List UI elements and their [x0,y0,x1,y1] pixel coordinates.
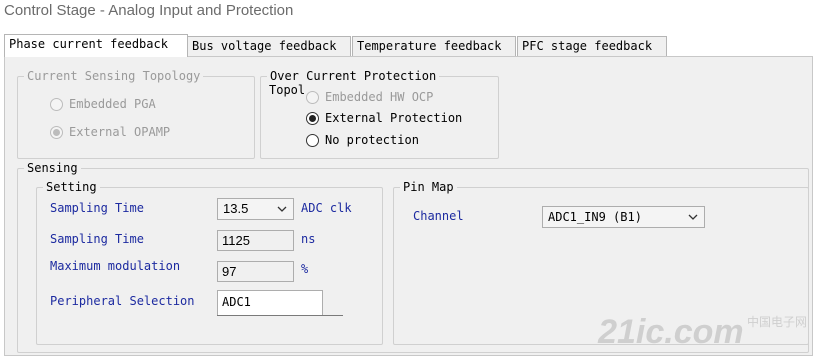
radio-embedded-pga[interactable]: Embedded PGA [50,97,156,111]
radio-external-opamp[interactable]: External OPAMP [50,125,170,139]
maximum-modulation-field: 97 [217,261,294,282]
sampling-time-ns-field: 1125 [217,230,294,251]
chevron-down-icon [277,199,287,225]
chevron-down-icon [688,207,698,233]
sampling-time-clk-unit: ADC clk [301,201,352,215]
maximum-modulation-label: Maximum modulation [50,259,181,273]
radio-icon [306,90,319,104]
watermark: 21ic.com 中国电子网 [598,313,807,352]
ocp-topology-label: Topol [269,83,306,97]
channel-label: Channel [413,209,464,223]
channel-select[interactable]: ADC1_IN9 (B1) [542,206,705,228]
radio-embedded-pga-label: Embedded PGA [69,97,156,111]
radio-embedded-hw-ocp[interactable]: Embedded HW OCP [306,90,433,104]
pin-map-legend: Pin Map [403,180,454,194]
window-title: Control Stage - Analog Input and Protect… [4,2,294,19]
tab-pfc-stage-feedback[interactable]: PFC stage feedback [517,36,667,56]
over-current-protection-legend: Over Current Protection [270,69,437,83]
radio-icon [50,125,63,139]
sampling-time-ns-unit: ns [301,232,316,246]
sampling-time-clk-select[interactable]: 13.5 [217,198,294,220]
tab-temperature-feedback[interactable]: Temperature feedback [352,36,516,56]
radio-icon [306,133,319,147]
setting-legend: Setting [46,180,97,194]
radio-icon [50,97,63,111]
tab-content-panel: Current Sensing Topology Embedded PGA Ex… [4,56,813,356]
radio-no-protection-label: No protection [325,133,419,147]
radio-icon [306,111,319,125]
watermark-logo: 21ic.com [598,313,744,351]
peripheral-selection-label: Peripheral Selection [50,294,195,308]
radio-external-protection[interactable]: External Protection [306,111,462,125]
sensing-legend: Sensing [27,161,78,175]
channel-value: ADC1_IN9 (B1) [548,210,642,224]
maximum-modulation-unit: % [301,262,309,276]
sampling-time-ns-label: Sampling Time [50,232,144,246]
sampling-time-clk-value: 13.5 [223,201,249,216]
radio-external-protection-label: External Protection [325,111,463,125]
current-sensing-topology-legend: Current Sensing Topology [27,69,201,83]
tab-phase-current-feedback[interactable]: Phase current feedback [4,34,188,57]
tab-bus-voltage-feedback[interactable]: Bus voltage feedback [187,36,351,56]
radio-no-protection[interactable]: No protection [306,133,419,147]
sampling-time-clk-label: Sampling Time [50,201,144,215]
peripheral-selection-input[interactable]: ADC1 [217,290,323,316]
radio-embedded-hw-ocp-label: Embedded HW OCP [325,90,434,104]
watermark-cn: 中国电子网 [746,315,807,329]
radio-external-opamp-label: External OPAMP [69,125,171,139]
current-sensing-topology-group: Current Sensing Topology [17,69,255,159]
peripheral-selection-underline [217,315,343,316]
